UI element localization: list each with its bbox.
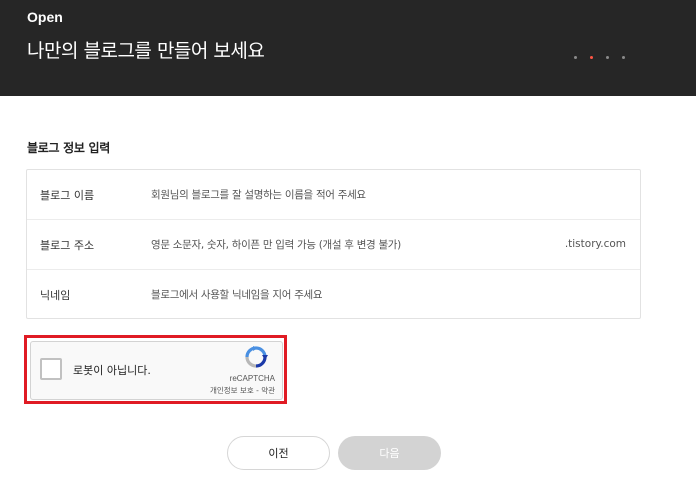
step-dot-3: [606, 56, 609, 59]
blog-name-row[interactable]: 블로그 이름 회원님의 블로그를 잘 설명하는 이름을 적어 주세요: [27, 170, 640, 220]
recaptcha-highlight: 로봇이 아닙니다. reCAPTCHA 개인정보 보호 - 약관: [24, 335, 287, 404]
nickname-row[interactable]: 닉네임 블로그에서 사용할 닉네임을 지어 주세요: [27, 270, 640, 319]
domain-suffix: .tistory.com: [564, 238, 626, 250]
header: Open 나만의 블로그를 만들어 보세요: [0, 0, 696, 96]
recaptcha-logo-icon: [245, 346, 268, 368]
recaptcha-links[interactable]: 개인정보 보호 - 약관: [210, 385, 275, 396]
step-indicator: [574, 56, 625, 59]
nickname-input[interactable]: 블로그에서 사용할 닉네임을 지어 주세요: [151, 287, 323, 302]
brand-label: Open: [27, 9, 63, 25]
prev-button[interactable]: 이전: [227, 436, 330, 470]
step-dot-1: [574, 56, 577, 59]
step-dot-4: [622, 56, 625, 59]
section-title: 블로그 정보 입력: [27, 141, 110, 155]
recaptcha-widget: 로봇이 아닙니다. reCAPTCHA 개인정보 보호 - 약관: [30, 341, 283, 400]
blog-name-input[interactable]: 회원님의 블로그를 잘 설명하는 이름을 적어 주세요: [151, 187, 366, 202]
blog-address-row[interactable]: 블로그 주소 영문 소문자, 숫자, 하이픈 만 입력 가능 (개설 후 변경 …: [27, 220, 640, 270]
recaptcha-brand: reCAPTCHA: [229, 374, 275, 383]
blog-info-form: 블로그 이름 회원님의 블로그를 잘 설명하는 이름을 적어 주세요 블로그 주…: [26, 169, 641, 319]
blog-name-label: 블로그 이름: [40, 189, 95, 202]
blog-address-label: 블로그 주소: [40, 239, 95, 252]
page-headline: 나만의 블로그를 만들어 보세요: [27, 40, 265, 62]
nickname-label: 닉네임: [40, 289, 71, 302]
recaptcha-label: 로봇이 아닙니다.: [73, 364, 151, 377]
step-dot-2-active: [590, 56, 593, 59]
recaptcha-checkbox[interactable]: [40, 358, 62, 380]
blog-address-input[interactable]: 영문 소문자, 숫자, 하이픈 만 입력 가능 (개설 후 변경 불가): [151, 237, 401, 252]
next-button[interactable]: 다음: [338, 436, 441, 470]
